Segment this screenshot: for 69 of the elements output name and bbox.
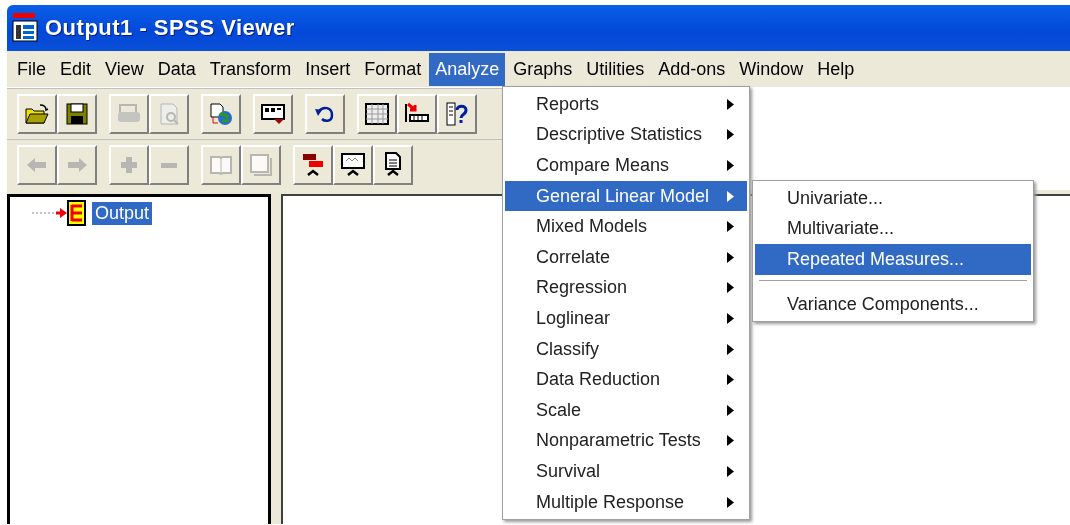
app-icon <box>11 13 39 43</box>
menu-item[interactable]: Edit <box>54 52 98 86</box>
toolbar-button[interactable] <box>397 94 437 134</box>
submenu-arrow-icon <box>726 403 735 417</box>
menu-item[interactable]: Window <box>733 52 810 86</box>
page-icon <box>248 152 274 178</box>
menu-item[interactable]: Add-ons <box>652 52 732 86</box>
toolbar-button[interactable] <box>305 94 345 134</box>
window-title: Output1 - SPSS Viewer <box>45 15 295 41</box>
submenu-arrow-icon <box>726 434 735 448</box>
toolbar-button[interactable] <box>293 145 333 185</box>
menu-item[interactable]: General Linear Model <box>505 180 747 212</box>
menu-item[interactable]: Loglinear <box>505 303 747 334</box>
menu-item[interactable]: Scale <box>505 394 747 426</box>
tree-item[interactable]: Output <box>92 201 153 225</box>
chart-window-icon <box>340 152 366 178</box>
menu-item[interactable]: Insert <box>299 52 357 86</box>
menu-item[interactable]: Graphs <box>507 52 579 86</box>
menu-item[interactable]: Mixed Models <box>505 211 747 242</box>
grid-icon <box>364 101 390 127</box>
globe-document-icon <box>208 101 234 127</box>
submenu-arrow-icon <box>726 495 735 509</box>
submenu-arrow-icon <box>726 128 735 142</box>
toolbar-button[interactable] <box>373 145 413 185</box>
menu-item[interactable]: File <box>11 52 52 86</box>
menu-item[interactable]: Survival <box>505 456 747 487</box>
tree-connector <box>31 208 67 218</box>
menu-item[interactable]: Analyze <box>429 52 506 86</box>
submenu-arrow-icon <box>726 189 735 203</box>
menu-item[interactable]: Help <box>811 52 861 86</box>
minus-icon <box>161 162 177 168</box>
menu-item[interactable]: Utilities <box>580 52 651 86</box>
submenu-arrow-icon <box>726 220 735 234</box>
submenu-arrow-icon <box>726 159 735 172</box>
toolbar-button[interactable] <box>17 94 57 134</box>
menu-item[interactable]: Nonparametric Tests <box>505 425 747 457</box>
dialog-icon <box>260 101 286 127</box>
submenu-arrow-icon <box>726 464 735 478</box>
menu-item[interactable]: Compare Means <box>505 150 747 181</box>
toolbar-button[interactable] <box>333 145 373 185</box>
submenu-arrow-icon <box>726 97 735 111</box>
menu-item[interactable]: Classify <box>505 333 747 365</box>
menu-item[interactable]: Reports <box>505 89 747 120</box>
menu-item[interactable]: Data <box>151 52 202 86</box>
menu-item[interactable]: Univariate... <box>755 183 1031 214</box>
output-node-icon <box>67 200 86 226</box>
menu-item[interactable]: View <box>99 52 150 86</box>
menu-item[interactable]: Descriptive Statistics <box>505 119 747 151</box>
menu-item[interactable]: Variance Components... <box>755 288 1031 320</box>
menu-item[interactable]: Multiple Response <box>505 486 747 518</box>
menu-item[interactable]: Repeated Measures... <box>755 244 1031 275</box>
help-icon <box>444 101 470 127</box>
menu-item[interactable]: Correlate <box>505 241 747 273</box>
submenu-arrow-icon <box>726 281 735 295</box>
menu-item[interactable]: Data Reduction <box>505 364 747 395</box>
toolbar-button[interactable] <box>437 94 477 134</box>
menu-item[interactable]: Format <box>358 52 428 86</box>
submenu-arrow-icon <box>726 342 735 356</box>
menu-item[interactable]: Regression <box>505 272 747 304</box>
toolbar-button[interactable] <box>57 94 97 134</box>
submenu-arrow-icon <box>726 250 735 264</box>
menu-item[interactable]: Transform <box>203 52 298 86</box>
open-folder-icon <box>24 101 50 127</box>
menu-item[interactable]: Multivariate... <box>755 213 1031 245</box>
submenu-arrow-icon <box>726 311 735 325</box>
toolbar-button[interactable] <box>357 94 397 134</box>
submenu-arrow-icon <box>726 373 735 387</box>
bar-stack-icon <box>300 152 326 178</box>
toolbar-button[interactable] <box>253 94 293 134</box>
